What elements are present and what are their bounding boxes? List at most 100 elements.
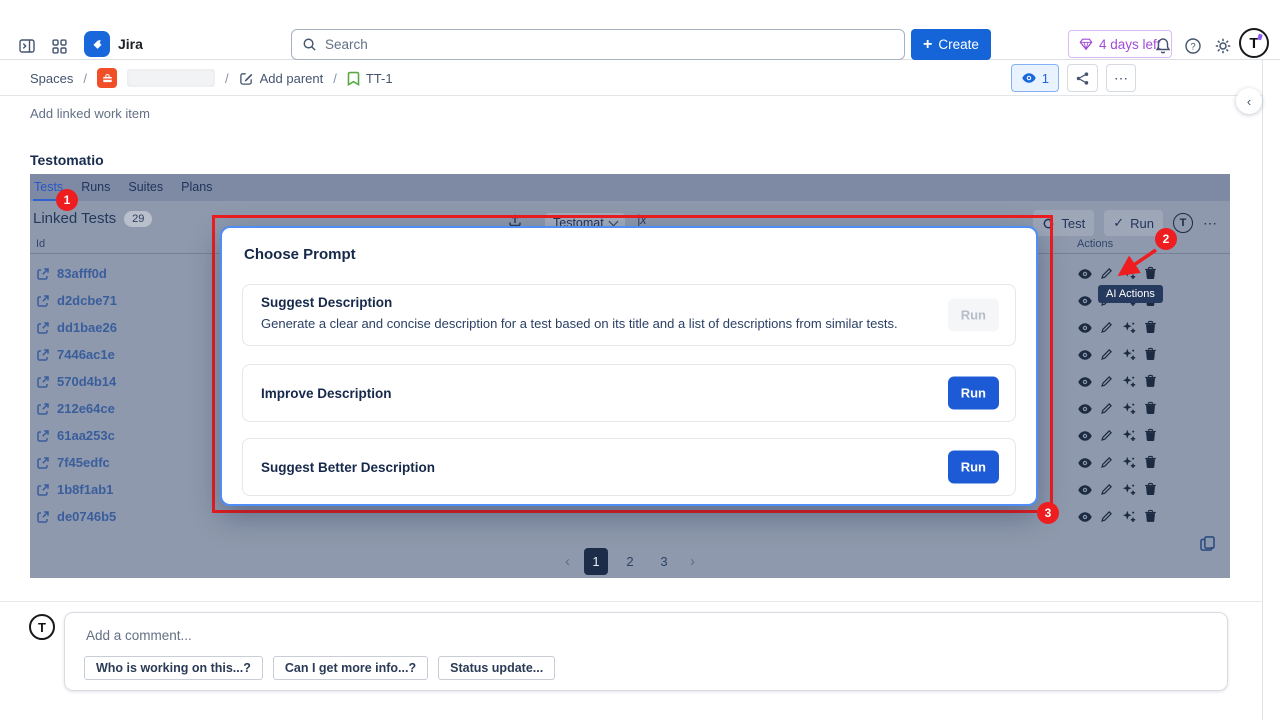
notifications-bell-icon[interactable] bbox=[1150, 33, 1176, 59]
quick-reply-chip[interactable]: Status update... bbox=[438, 656, 555, 680]
project-icon[interactable] bbox=[97, 68, 117, 88]
ai-actions-tooltip: AI Actions bbox=[1098, 285, 1163, 303]
watchers-button[interactable]: 1 bbox=[1011, 64, 1059, 92]
run-prompt-button[interactable]: Run bbox=[948, 377, 999, 410]
check-icon: ✓ bbox=[1113, 215, 1124, 231]
ai-actions-icon[interactable] bbox=[1121, 428, 1137, 444]
quick-reply-chips: Who is working on this...? Can I get more… bbox=[84, 656, 555, 680]
search-icon bbox=[302, 37, 317, 52]
ai-actions-icon[interactable] bbox=[1121, 374, 1137, 390]
test-id-link[interactable]: 7f45edfc bbox=[36, 449, 117, 476]
quick-reply-chip[interactable]: Who is working on this...? bbox=[84, 656, 263, 680]
view-test-icon[interactable] bbox=[1077, 320, 1093, 336]
quick-reply-chip[interactable]: Can I get more info...? bbox=[273, 656, 428, 680]
delete-test-icon[interactable] bbox=[1143, 428, 1159, 444]
add-linked-work-item[interactable]: Add linked work item bbox=[30, 106, 150, 121]
delete-test-icon[interactable] bbox=[1143, 347, 1159, 363]
edit-test-icon[interactable] bbox=[1099, 347, 1115, 363]
run-prompt-button[interactable]: Run bbox=[948, 451, 999, 484]
external-link-icon bbox=[36, 294, 50, 308]
ai-actions-icon[interactable] bbox=[1121, 482, 1137, 498]
tab-suites[interactable]: Suites bbox=[127, 175, 164, 201]
page-1[interactable]: 1 bbox=[584, 548, 608, 575]
view-test-icon[interactable] bbox=[1077, 374, 1093, 390]
test-id-link[interactable]: 570d4b14 bbox=[36, 368, 117, 395]
panel-toolbar: Test ✓ Run T ⋯ bbox=[1033, 210, 1218, 236]
tab-plans[interactable]: Plans bbox=[180, 175, 213, 201]
more-actions-button[interactable]: ⋯ bbox=[1106, 64, 1136, 92]
top-navigation-bar: Jira + Create 4 days left ? T bbox=[0, 0, 1280, 60]
test-id-link[interactable]: 83afff0d bbox=[36, 260, 117, 287]
breadcrumb-add-parent[interactable]: Add parent bbox=[239, 71, 324, 86]
create-button[interactable]: + Create bbox=[911, 29, 991, 60]
collapse-panel-button[interactable]: ‹ bbox=[1236, 88, 1262, 114]
app-switcher-icon[interactable] bbox=[46, 33, 72, 59]
user-avatar[interactable]: T bbox=[1239, 28, 1269, 58]
sidebar-toggle-icon[interactable] bbox=[14, 33, 40, 59]
test-id-link[interactable]: 212e64ce bbox=[36, 395, 117, 422]
tab-runs[interactable]: Runs bbox=[80, 175, 111, 201]
test-id-link[interactable]: 1b8f1ab1 bbox=[36, 476, 117, 503]
edit-test-icon[interactable] bbox=[1099, 455, 1115, 471]
edit-test-icon[interactable] bbox=[1099, 401, 1115, 417]
panel-more-icon[interactable]: ⋯ bbox=[1203, 215, 1218, 232]
ai-actions-icon[interactable] bbox=[1121, 347, 1137, 363]
delete-test-icon[interactable] bbox=[1143, 374, 1159, 390]
test-id-link[interactable]: de0746b5 bbox=[36, 503, 117, 530]
import-icon[interactable] bbox=[508, 213, 522, 227]
share-button[interactable] bbox=[1067, 64, 1098, 92]
page-2[interactable]: 2 bbox=[618, 548, 642, 575]
prompt-title: Improve Description bbox=[261, 386, 392, 401]
test-id-link[interactable]: 61aa253c bbox=[36, 422, 117, 449]
edit-test-icon[interactable] bbox=[1099, 374, 1115, 390]
view-test-icon[interactable] bbox=[1077, 482, 1093, 498]
help-icon[interactable]: ? bbox=[1180, 33, 1206, 59]
test-actions-row bbox=[1077, 476, 1159, 503]
prev-page-icon[interactable]: ‹ bbox=[561, 553, 574, 570]
ai-actions-icon[interactable] bbox=[1121, 401, 1137, 417]
edit-test-icon[interactable] bbox=[1099, 320, 1115, 336]
svg-text:?: ? bbox=[1190, 41, 1195, 52]
page-3[interactable]: 3 bbox=[652, 548, 676, 575]
ai-actions-icon[interactable] bbox=[1121, 509, 1137, 525]
edit-test-icon[interactable] bbox=[1099, 428, 1115, 444]
edit-test-icon[interactable] bbox=[1099, 509, 1115, 525]
run-prompt-button[interactable]: Run bbox=[948, 299, 999, 332]
external-link-icon bbox=[36, 483, 50, 497]
test-id-link[interactable]: d2dcbe71 bbox=[36, 287, 117, 314]
delete-test-icon[interactable] bbox=[1143, 320, 1159, 336]
view-test-icon[interactable] bbox=[1077, 401, 1093, 417]
testomat-logo[interactable]: T bbox=[1173, 213, 1193, 233]
linked-tests-header: Linked Tests 29 bbox=[33, 210, 152, 227]
add-test-button[interactable]: Test bbox=[1033, 210, 1094, 236]
breadcrumb-work-item[interactable]: TT-1 bbox=[347, 71, 393, 86]
global-search[interactable] bbox=[291, 29, 905, 60]
delete-test-icon[interactable] bbox=[1143, 455, 1159, 471]
delete-test-icon[interactable] bbox=[1143, 401, 1159, 417]
view-test-icon[interactable] bbox=[1077, 428, 1093, 444]
next-page-icon[interactable]: › bbox=[686, 553, 699, 570]
delete-test-icon[interactable] bbox=[1143, 509, 1159, 525]
test-id-link[interactable]: 7446ac1e bbox=[36, 341, 117, 368]
edit-test-icon[interactable] bbox=[1099, 482, 1115, 498]
copy-icon[interactable] bbox=[1199, 535, 1216, 552]
search-input[interactable] bbox=[325, 37, 845, 52]
test-id-link[interactable]: dd1bae26 bbox=[36, 314, 117, 341]
comment-box[interactable]: Add a comment... Who is working on this.… bbox=[64, 612, 1228, 691]
code-icon[interactable]: |x bbox=[637, 213, 647, 227]
ai-actions-icon[interactable] bbox=[1121, 320, 1137, 336]
ai-actions-icon[interactable] bbox=[1121, 455, 1137, 471]
choose-prompt-modal: Choose Prompt Suggest DescriptionGenerat… bbox=[220, 226, 1038, 506]
view-test-icon[interactable] bbox=[1077, 509, 1093, 525]
run-tests-button[interactable]: ✓ Run bbox=[1104, 210, 1163, 236]
breadcrumb-spaces[interactable]: Spaces bbox=[30, 71, 73, 86]
jira-page: Jira + Create 4 days left ? T Spaces / bbox=[0, 0, 1280, 720]
view-test-icon[interactable] bbox=[1077, 455, 1093, 471]
delete-test-icon[interactable] bbox=[1143, 482, 1159, 498]
view-test-icon[interactable] bbox=[1077, 293, 1093, 309]
view-test-icon[interactable] bbox=[1077, 347, 1093, 363]
settings-gear-icon[interactable] bbox=[1210, 33, 1236, 59]
jira-logo[interactable] bbox=[84, 31, 110, 57]
external-link-icon bbox=[36, 348, 50, 362]
view-test-icon[interactable] bbox=[1077, 266, 1093, 282]
